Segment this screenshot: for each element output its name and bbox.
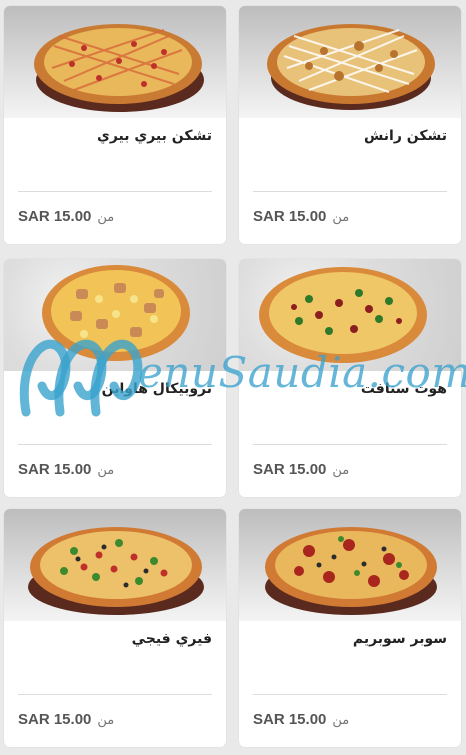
- item-price: SAR 15.00: [253, 461, 327, 478]
- item-price: SAR 15.00: [253, 208, 327, 225]
- pizza-image: [239, 509, 461, 621]
- price-row: SAR 15.00 من: [253, 461, 349, 478]
- pizza-image: [4, 259, 226, 371]
- price-from-label: من: [332, 210, 350, 225]
- pizza-image: [4, 509, 226, 621]
- pizza-image: [239, 6, 461, 118]
- divider: [18, 191, 212, 192]
- menu-item-card[interactable]: هوت ستافت SAR 15.00 من: [239, 259, 461, 497]
- divider: [18, 694, 212, 695]
- price-row: SAR 15.00 من: [18, 461, 114, 478]
- item-price: SAR 15.00: [253, 711, 327, 728]
- menu-item-card[interactable]: فيري فيجي SAR 15.00 من: [4, 509, 226, 747]
- price-from-label: من: [97, 463, 115, 478]
- price-from-label: من: [97, 713, 115, 728]
- price-row: SAR 15.00 من: [18, 711, 114, 728]
- menu-item-card[interactable]: تروبيكال هاواين SAR 15.00 من: [4, 259, 226, 497]
- divider: [253, 191, 447, 192]
- pizza-image: [239, 259, 461, 371]
- item-price: SAR 15.00: [18, 461, 92, 478]
- price-row: SAR 15.00 من: [253, 208, 349, 225]
- price-row: SAR 15.00 من: [18, 208, 114, 225]
- menu-item-card[interactable]: تشكن رانش SAR 15.00 من: [239, 6, 461, 244]
- price-from-label: من: [97, 210, 115, 225]
- item-name: سوبر سوبريم: [352, 631, 447, 647]
- item-price: SAR 15.00: [18, 711, 92, 728]
- menu-item-card[interactable]: سوبر سوبريم SAR 15.00 من: [239, 509, 461, 747]
- menu-grid: تشكن رانش SAR 15.00 من تشكن بيري بيري SA…: [0, 0, 466, 755]
- divider: [253, 694, 447, 695]
- item-name: فيري فيجي: [131, 631, 212, 647]
- menu-item-card[interactable]: تشكن بيري بيري SAR 15.00 من: [4, 6, 226, 244]
- price-from-label: من: [332, 463, 350, 478]
- pizza-image: [4, 6, 226, 118]
- price-from-label: من: [332, 713, 350, 728]
- divider: [253, 444, 447, 445]
- item-name: تشكن بيري بيري: [96, 128, 212, 144]
- price-row: SAR 15.00 من: [253, 711, 349, 728]
- item-name: تروبيكال هاواين: [101, 381, 212, 397]
- divider: [18, 444, 212, 445]
- item-price: SAR 15.00: [18, 208, 92, 225]
- item-name: تشكن رانش: [363, 128, 447, 144]
- item-name: هوت ستافت: [360, 381, 447, 397]
